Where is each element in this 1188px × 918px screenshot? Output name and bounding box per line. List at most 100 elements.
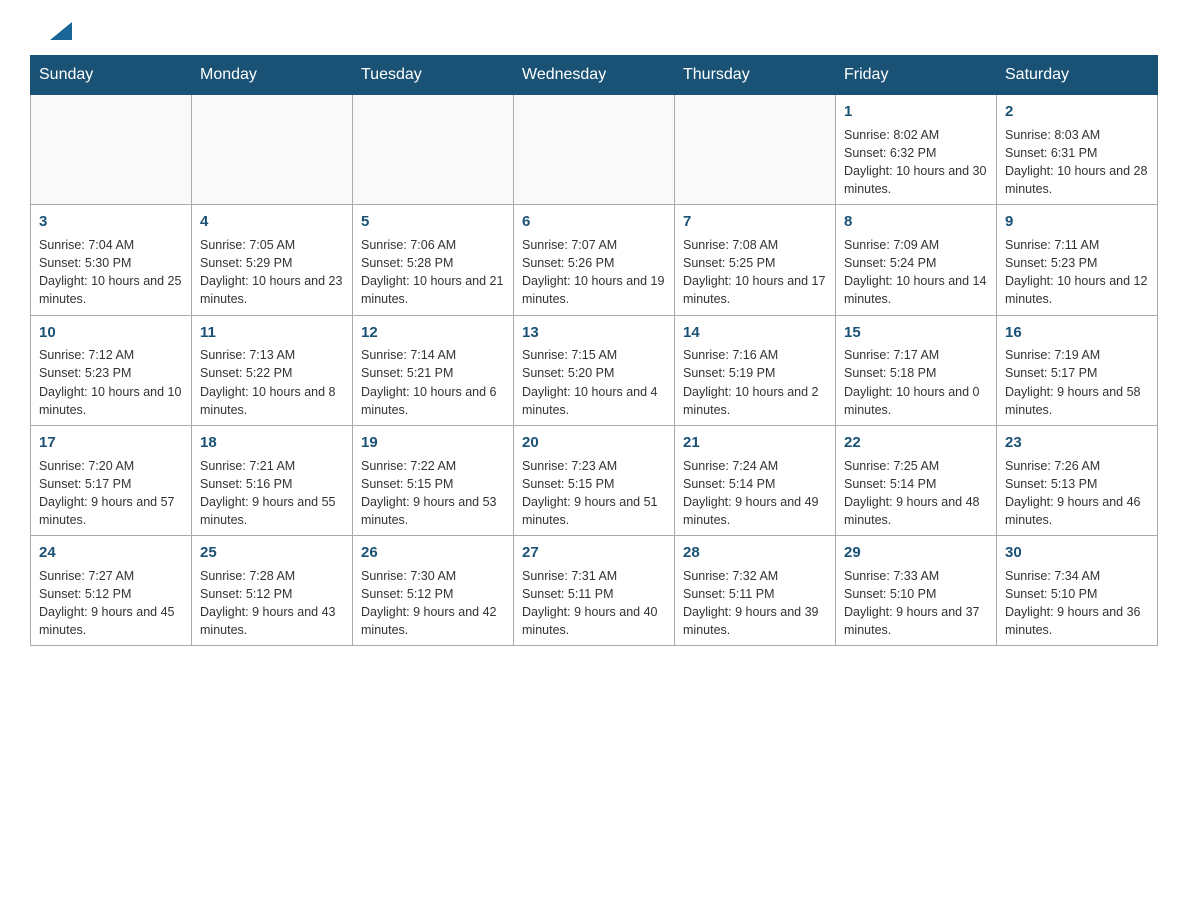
calendar-cell: 14Sunrise: 7:16 AM Sunset: 5:19 PM Dayli… <box>675 315 836 425</box>
day-number: 16 <box>1005 322 1149 344</box>
day-number: 11 <box>200 322 344 344</box>
day-number: 10 <box>39 322 183 344</box>
day-number: 18 <box>200 432 344 454</box>
day-info: Sunrise: 7:11 AM Sunset: 5:23 PM Dayligh… <box>1005 236 1149 309</box>
day-number: 22 <box>844 432 988 454</box>
day-number: 8 <box>844 211 988 233</box>
calendar-cell: 17 Sunrise: 7:20 AM Sunset: 5:17 PM Dayli… <box>31 425 192 535</box>
day-info: Sunrise: 7:09 AM Sunset: 5:24 PM Dayligh… <box>844 236 988 309</box>
day-number: 19 <box>361 432 505 454</box>
calendar-week-row: 10Sunrise: 7:12 AM Sunset: 5:23 PM Dayli… <box>31 315 1158 425</box>
calendar-cell: 18 Sunrise: 7:21 AM Sunset: 5:16 PM Dayli… <box>192 425 353 535</box>
calendar-week-row: 17 Sunrise: 7:20 AM Sunset: 5:17 PM Dayli… <box>31 425 1158 535</box>
weekday-header-sunday: Sunday <box>31 56 192 95</box>
day-info: Sunrise: 7:13 AM Sunset: 5:22 PM Dayligh… <box>200 346 344 419</box>
calendar-cell <box>675 95 836 205</box>
day-number: 6 <box>522 211 666 233</box>
day-info: Sunrise: 7:31 AM Sunset: 5:11 PM Dayligh… <box>522 567 666 640</box>
day-number: 26 <box>361 542 505 564</box>
calendar-cell: 5 Sunrise: 7:06 AM Sunset: 5:28 PM Daylig… <box>353 205 514 315</box>
calendar-cell: 25 Sunrise: 7:28 AM Sunset: 5:12 PM Dayli… <box>192 536 353 646</box>
day-number: 17 <box>39 432 183 454</box>
day-number: 3 <box>39 211 183 233</box>
day-info: Sunrise: 7:06 AM Sunset: 5:28 PM Dayligh… <box>361 236 505 309</box>
day-info: Sunrise: 7:05 AM Sunset: 5:29 PM Dayligh… <box>200 236 344 309</box>
day-number: 24 <box>39 542 183 564</box>
day-info: Sunrise: 7:17 AM Sunset: 5:18 PM Dayligh… <box>844 346 988 419</box>
calendar-week-row: 3 Sunrise: 7:04 AM Sunset: 5:30 PM Daylig… <box>31 205 1158 315</box>
day-number: 28 <box>683 542 827 564</box>
day-info: Sunrise: 8:02 AM Sunset: 6:32 PM Dayligh… <box>844 126 988 199</box>
day-info: Sunrise: 7:34 AM Sunset: 5:10 PM Dayligh… <box>1005 567 1149 640</box>
calendar-cell: 8 Sunrise: 7:09 AM Sunset: 5:24 PM Daylig… <box>836 205 997 315</box>
calendar-cell: 7Sunrise: 7:08 AM Sunset: 5:25 PM Daylig… <box>675 205 836 315</box>
logo <box>30 20 72 45</box>
day-info: Sunrise: 7:27 AM Sunset: 5:12 PM Dayligh… <box>39 567 183 640</box>
calendar-cell: 23Sunrise: 7:26 AM Sunset: 5:13 PM Dayli… <box>997 425 1158 535</box>
weekday-header-monday: Monday <box>192 56 353 95</box>
day-info: Sunrise: 7:12 AM Sunset: 5:23 PM Dayligh… <box>39 346 183 419</box>
calendar-cell <box>353 95 514 205</box>
day-number: 25 <box>200 542 344 564</box>
day-number: 30 <box>1005 542 1149 564</box>
day-number: 4 <box>200 211 344 233</box>
calendar-cell: 24 Sunrise: 7:27 AM Sunset: 5:12 PM Dayli… <box>31 536 192 646</box>
day-info: Sunrise: 7:21 AM Sunset: 5:16 PM Dayligh… <box>200 457 344 530</box>
calendar-table: SundayMondayTuesdayWednesdayThursdayFrid… <box>30 55 1158 646</box>
day-number: 9 <box>1005 211 1149 233</box>
day-info: Sunrise: 7:15 AM Sunset: 5:20 PM Dayligh… <box>522 346 666 419</box>
day-number: 1 <box>844 101 988 123</box>
calendar-cell: 26 Sunrise: 7:30 AM Sunset: 5:12 PM Dayli… <box>353 536 514 646</box>
day-info: Sunrise: 7:33 AM Sunset: 5:10 PM Dayligh… <box>844 567 988 640</box>
day-number: 14 <box>683 322 827 344</box>
day-number: 7 <box>683 211 827 233</box>
calendar-cell: 13Sunrise: 7:15 AM Sunset: 5:20 PM Dayli… <box>514 315 675 425</box>
calendar-cell: 15Sunrise: 7:17 AM Sunset: 5:18 PM Dayli… <box>836 315 997 425</box>
calendar-week-row: 24 Sunrise: 7:27 AM Sunset: 5:12 PM Dayli… <box>31 536 1158 646</box>
day-number: 13 <box>522 322 666 344</box>
day-info: Sunrise: 7:30 AM Sunset: 5:12 PM Dayligh… <box>361 567 505 640</box>
calendar-cell: 2Sunrise: 8:03 AM Sunset: 6:31 PM Daylig… <box>997 95 1158 205</box>
calendar-cell: 9 Sunrise: 7:11 AM Sunset: 5:23 PM Daylig… <box>997 205 1158 315</box>
day-info: Sunrise: 7:04 AM Sunset: 5:30 PM Dayligh… <box>39 236 183 309</box>
day-number: 2 <box>1005 101 1149 123</box>
day-info: Sunrise: 7:22 AM Sunset: 5:15 PM Dayligh… <box>361 457 505 530</box>
day-info: Sunrise: 7:19 AM Sunset: 5:17 PM Dayligh… <box>1005 346 1149 419</box>
weekday-header-friday: Friday <box>836 56 997 95</box>
day-info: Sunrise: 7:20 AM Sunset: 5:17 PM Dayligh… <box>39 457 183 530</box>
calendar-cell: 28 Sunrise: 7:32 AM Sunset: 5:11 PM Dayli… <box>675 536 836 646</box>
day-number: 20 <box>522 432 666 454</box>
day-info: Sunrise: 7:28 AM Sunset: 5:12 PM Dayligh… <box>200 567 344 640</box>
calendar-cell <box>514 95 675 205</box>
day-number: 21 <box>683 432 827 454</box>
calendar-cell: 1 Sunrise: 8:02 AM Sunset: 6:32 PM Daylig… <box>836 95 997 205</box>
calendar-cell: 20 Sunrise: 7:23 AM Sunset: 5:15 PM Dayli… <box>514 425 675 535</box>
calendar-cell: 10Sunrise: 7:12 AM Sunset: 5:23 PM Dayli… <box>31 315 192 425</box>
calendar-cell: 30 Sunrise: 7:34 AM Sunset: 5:10 PM Dayli… <box>997 536 1158 646</box>
day-number: 5 <box>361 211 505 233</box>
day-number: 15 <box>844 322 988 344</box>
day-number: 29 <box>844 542 988 564</box>
logo-triangle-icon <box>50 22 72 40</box>
day-info: Sunrise: 7:23 AM Sunset: 5:15 PM Dayligh… <box>522 457 666 530</box>
day-info: Sunrise: 7:07 AM Sunset: 5:26 PM Dayligh… <box>522 236 666 309</box>
calendar-cell <box>31 95 192 205</box>
calendar-cell: 4 Sunrise: 7:05 AM Sunset: 5:29 PM Daylig… <box>192 205 353 315</box>
weekday-header-thursday: Thursday <box>675 56 836 95</box>
day-number: 12 <box>361 322 505 344</box>
calendar-week-row: 1 Sunrise: 8:02 AM Sunset: 6:32 PM Daylig… <box>31 95 1158 205</box>
weekday-header-tuesday: Tuesday <box>353 56 514 95</box>
calendar-cell: 6 Sunrise: 7:07 AM Sunset: 5:26 PM Daylig… <box>514 205 675 315</box>
day-info: Sunrise: 7:32 AM Sunset: 5:11 PM Dayligh… <box>683 567 827 640</box>
day-info: Sunrise: 7:24 AM Sunset: 5:14 PM Dayligh… <box>683 457 827 530</box>
weekday-header-saturday: Saturday <box>997 56 1158 95</box>
calendar-cell: 29 Sunrise: 7:33 AM Sunset: 5:10 PM Dayli… <box>836 536 997 646</box>
calendar-cell: 21 Sunrise: 7:24 AM Sunset: 5:14 PM Dayli… <box>675 425 836 535</box>
day-number: 27 <box>522 542 666 564</box>
day-info: Sunrise: 7:16 AM Sunset: 5:19 PM Dayligh… <box>683 346 827 419</box>
weekday-header-wednesday: Wednesday <box>514 56 675 95</box>
page-header <box>30 20 1158 45</box>
day-info: Sunrise: 7:25 AM Sunset: 5:14 PM Dayligh… <box>844 457 988 530</box>
calendar-cell: 3 Sunrise: 7:04 AM Sunset: 5:30 PM Daylig… <box>31 205 192 315</box>
calendar-cell: 19 Sunrise: 7:22 AM Sunset: 5:15 PM Dayli… <box>353 425 514 535</box>
